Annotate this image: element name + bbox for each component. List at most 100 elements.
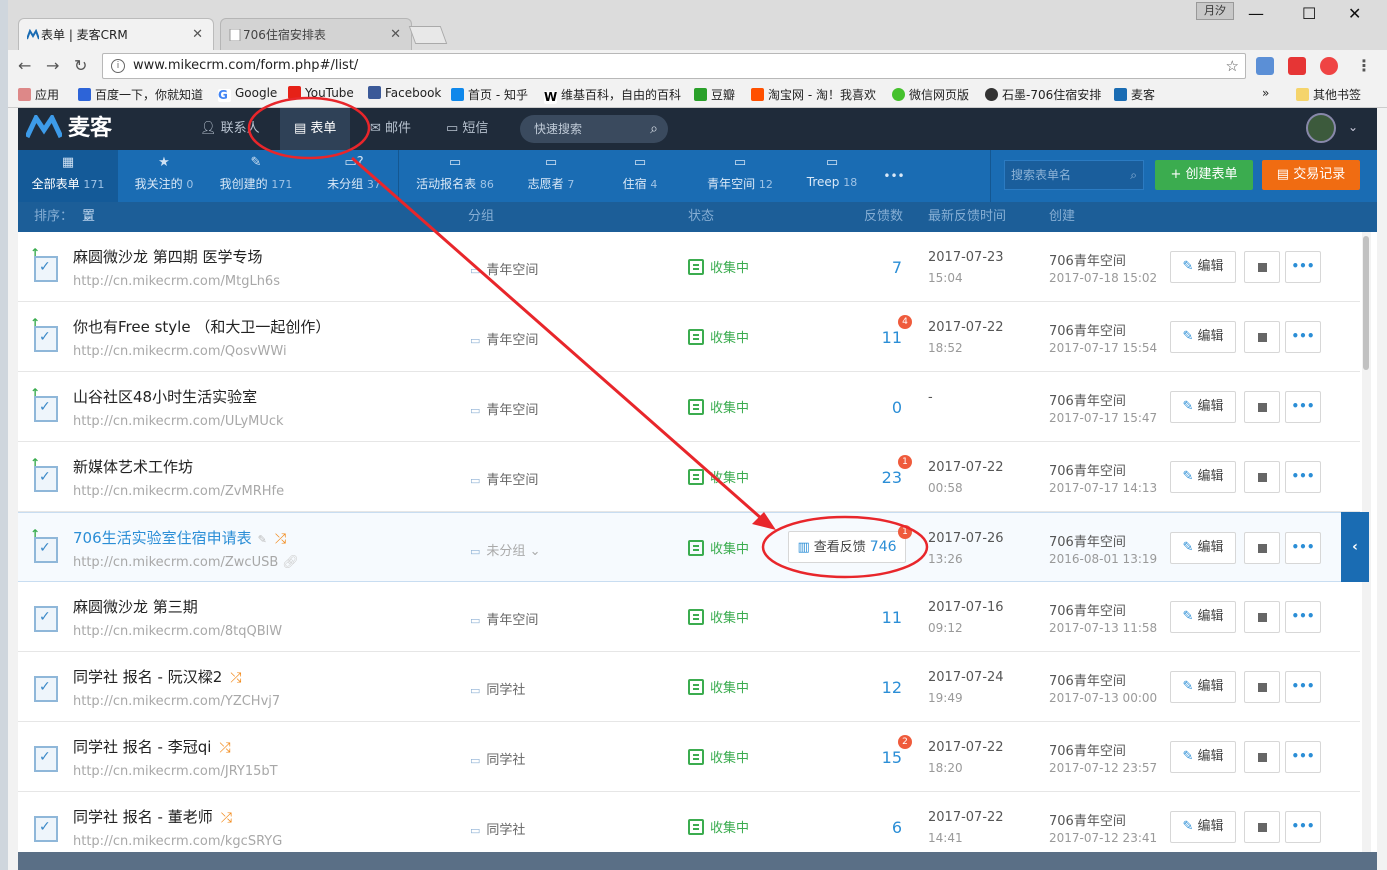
more-categories-button[interactable]: ••• [874,150,914,202]
more-actions-button[interactable]: ••• [1285,601,1321,633]
info-icon[interactable]: i [111,59,125,73]
forward-icon[interactable]: → [46,56,59,75]
more-actions-button[interactable]: ••• [1285,321,1321,353]
form-title[interactable]: 同学社 报名 - 阮汉樑2 ⤮ [73,666,241,687]
form-url[interactable]: http://cn.mikecrm.com/8tqQBlW [73,624,282,639]
edit-button[interactable]: ✎ 编辑 [1170,321,1236,353]
search-icon[interactable]: ⌕ [1130,161,1137,189]
cat-youth-space[interactable]: ▭ 青年空间 12 [690,150,790,202]
form-group[interactable]: ▭ 未分组 ⌄ [470,540,540,559]
table-row[interactable]: ✓ 同学社 报名 - 李冠qi ⤮ http://cn.mikecrm.com/JRY… [18,722,1360,792]
more-actions-button[interactable]: ••• [1285,741,1321,773]
tab-706-schedule[interactable]: 706住宿安排表 ✕ [220,18,412,50]
stop-collecting-button[interactable] [1244,671,1280,703]
cat-event-signup[interactable]: ▭ 活动报名表 86 [410,150,500,202]
nav-contacts[interactable]: 👤︎ 联系人 [192,108,268,150]
close-icon[interactable]: ✕ [192,19,203,51]
feedback-count[interactable]: 12 [858,678,902,697]
url-input[interactable]: i www.mikecrm.com/form.php#/list/ ☆ [102,53,1246,79]
form-title[interactable]: 新媒体艺术工作坊 [73,456,193,477]
link-icon[interactable]: 🔗︎ [282,555,299,570]
bookmark-wikipedia[interactable]: W 维基百科，自由的百科 [544,86,684,104]
form-status[interactable]: 收集中 [688,677,749,696]
cat-lodging[interactable]: ▭ 住宿 4 [610,150,670,202]
feedback-count[interactable]: 23 [858,468,902,487]
table-row[interactable]: ↑ ✓ 你也有Free style （和大卫一起创作） http://cn.mikec… [18,302,1360,372]
avatar[interactable] [1306,113,1336,143]
more-actions-button[interactable]: ••• [1285,532,1321,564]
chevron-down-icon[interactable]: ⌄ [1348,120,1358,134]
bookmark-zhihu[interactable]: 首页 - 知乎 [451,86,528,103]
form-status[interactable]: 收集中 [688,327,749,346]
nav-forms[interactable]: ▤ 表单 [280,108,351,150]
back-icon[interactable]: ← [18,56,31,75]
bookmark-star-icon[interactable]: ☆ [1226,54,1239,78]
close-icon[interactable]: ✕ [390,19,401,51]
form-title[interactable]: 山谷社区48小时生活实验室 [73,386,257,407]
table-row[interactable]: ✓ 麻圆微沙龙 第三期 http://cn.mikecrm.com/8tqQBlW ▭… [18,582,1360,652]
extension-icon[interactable] [1288,57,1306,75]
view-feedback-button[interactable]: ▥ 查看反馈 746 [788,531,906,563]
menu-icon[interactable]: ⋮ [1356,56,1372,75]
bookmark-wechat[interactable]: 微信网页版 [892,86,969,103]
stop-collecting-button[interactable] [1244,811,1280,843]
form-url[interactable]: http://cn.mikecrm.com/MtgLh6s [73,274,280,289]
stop-collecting-button[interactable] [1244,601,1280,633]
form-title[interactable]: 同学社 报名 - 董老师 ⤮ [73,806,232,827]
bookmark-facebook[interactable]: Facebook [368,86,441,100]
table-row[interactable]: ✓ 同学社 报名 - 董老师 ⤮ http://cn.mikecrm.com/kgcS… [18,792,1360,852]
cat-ungrouped[interactable]: ▭? 未分组 37 [318,150,390,202]
form-status[interactable]: 收集中 [688,538,749,557]
form-url[interactable]: http://cn.mikecrm.com/JRY15bT [73,764,278,779]
bookmark-shimo[interactable]: 石墨-706住宿安排 [985,86,1101,103]
form-status[interactable]: 收集中 [688,397,749,416]
quick-search-input[interactable]: 快速搜索 ⌕ [520,115,668,143]
bookmark-taobao[interactable]: 淘宝网 - 淘！我喜欢 [751,86,876,103]
search-forms-input[interactable]: 搜索表单名 ⌕ [1004,160,1144,190]
maximize-icon[interactable]: ☐ [1302,4,1316,23]
bookmark-mikecrm[interactable]: 麦客 [1114,86,1155,103]
collapse-panel-button[interactable]: ‹ [1341,512,1369,582]
edit-button[interactable]: ✎ 编辑 [1170,251,1236,283]
form-url[interactable]: http://cn.mikecrm.com/QosvWWi [73,344,287,359]
more-actions-button[interactable]: ••• [1285,461,1321,493]
edit-button[interactable]: ✎ 编辑 [1170,532,1236,564]
other-bookmarks[interactable]: 其他书签 [1296,86,1361,103]
new-tab-button[interactable] [408,26,448,44]
reload-icon[interactable]: ↻ [74,56,87,75]
form-title[interactable]: 麻圆微沙龙 第四期 医学专场 [73,246,263,267]
stop-collecting-button[interactable] [1244,251,1280,283]
bookmark-apps[interactable]: 应用 [18,86,59,103]
stop-collecting-button[interactable] [1244,741,1280,773]
cat-created[interactable]: ✎ 我创建的 171 [214,150,298,202]
edit-title-icon[interactable]: ✎ [258,533,267,546]
edit-button[interactable]: ✎ 编辑 [1170,741,1236,773]
more-actions-button[interactable]: ••• [1285,251,1321,283]
edit-button[interactable]: ✎ 编辑 [1170,671,1236,703]
edit-button[interactable]: ✎ 编辑 [1170,811,1236,843]
stop-collecting-button[interactable] [1244,532,1280,564]
feedback-count[interactable]: 0 [858,398,902,417]
form-url[interactable]: http://cn.mikecrm.com/ZvMRHfe [73,484,284,499]
cat-treep[interactable]: ▭ Treep 18 [794,150,870,202]
stop-collecting-button[interactable] [1244,461,1280,493]
form-status[interactable]: 收集中 [688,257,749,276]
form-url[interactable]: http://cn.mikecrm.com/kgcSRYG [73,834,282,849]
more-actions-button[interactable]: ••• [1285,391,1321,423]
form-status[interactable]: 收集中 [688,817,749,836]
cat-volunteer[interactable]: ▭ 志愿者 7 [516,150,586,202]
logo[interactable]: 麦客 [26,114,136,144]
table-row[interactable]: ↑ ✓ 706生活实验室住宿申请表 ✎ ⤮ http://cn.mikecrm.com/Z… [18,512,1360,582]
edit-button[interactable]: ✎ 编辑 [1170,461,1236,493]
close-window-icon[interactable]: ✕ [1348,4,1361,23]
feedback-count[interactable]: 6 [858,818,902,837]
cat-followed[interactable]: ★ 我关注的 0 [124,150,204,202]
form-status[interactable]: 收集中 [688,747,749,766]
form-url[interactable]: http://cn.mikecrm.com/ZwcUSB 🔗︎ [73,555,299,570]
bookmarks-overflow[interactable]: » [1262,86,1269,100]
feedback-count[interactable]: 7 [858,258,902,277]
nav-sms[interactable]: ▭ 短信 [438,108,496,150]
bookmark-google[interactable]: G Google [218,86,277,102]
form-url[interactable]: http://cn.mikecrm.com/ULyMUck [73,414,284,429]
form-status[interactable]: 收集中 [688,607,749,626]
